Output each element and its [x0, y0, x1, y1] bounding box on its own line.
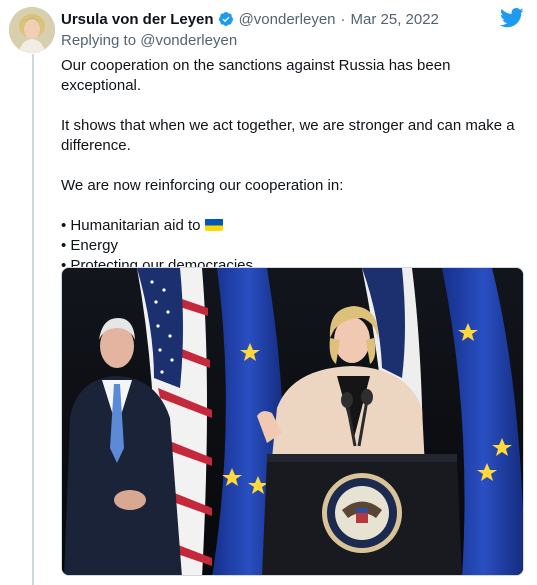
replying-to-label: Replying to: [61, 32, 137, 49]
header-separator: ·: [340, 10, 346, 28]
reply-mention-link[interactable]: @vonderleyen: [140, 32, 237, 49]
avatar[interactable]: [9, 7, 55, 53]
bullet-item: • Humanitarian aid to: [61, 216, 527, 236]
twitter-bird-icon[interactable]: [499, 7, 524, 29]
verified-badge-icon: [218, 11, 234, 27]
tweet-date[interactable]: Mar 25, 2022: [351, 11, 439, 28]
tweet-text-line: It shows that when we act together, we a…: [61, 117, 515, 154]
author-handle[interactable]: @vonderleyen: [239, 11, 336, 28]
press-conference-photo: [62, 268, 523, 575]
avatar-photo: [9, 7, 55, 53]
thread-connector-line: [32, 54, 34, 585]
bullet-text: • Humanitarian aid to: [61, 217, 201, 234]
replying-to-line: Replying to @vonderleyen: [61, 32, 237, 49]
ukraine-flag-icon: [204, 218, 223, 231]
tweet-photo[interactable]: [61, 267, 524, 576]
author-name[interactable]: Ursula von der Leyen: [61, 11, 214, 28]
tweet-header: Ursula von der Leyen @vonderleyen · Mar …: [61, 9, 439, 29]
tweet-text-line: We are now reinforcing our cooperation i…: [61, 177, 344, 194]
tweet-body: Our cooperation on the sanctions against…: [61, 56, 527, 276]
tweet-text-line: Our cooperation on the sanctions against…: [61, 57, 451, 94]
bullet-item: • Energy: [61, 237, 118, 254]
